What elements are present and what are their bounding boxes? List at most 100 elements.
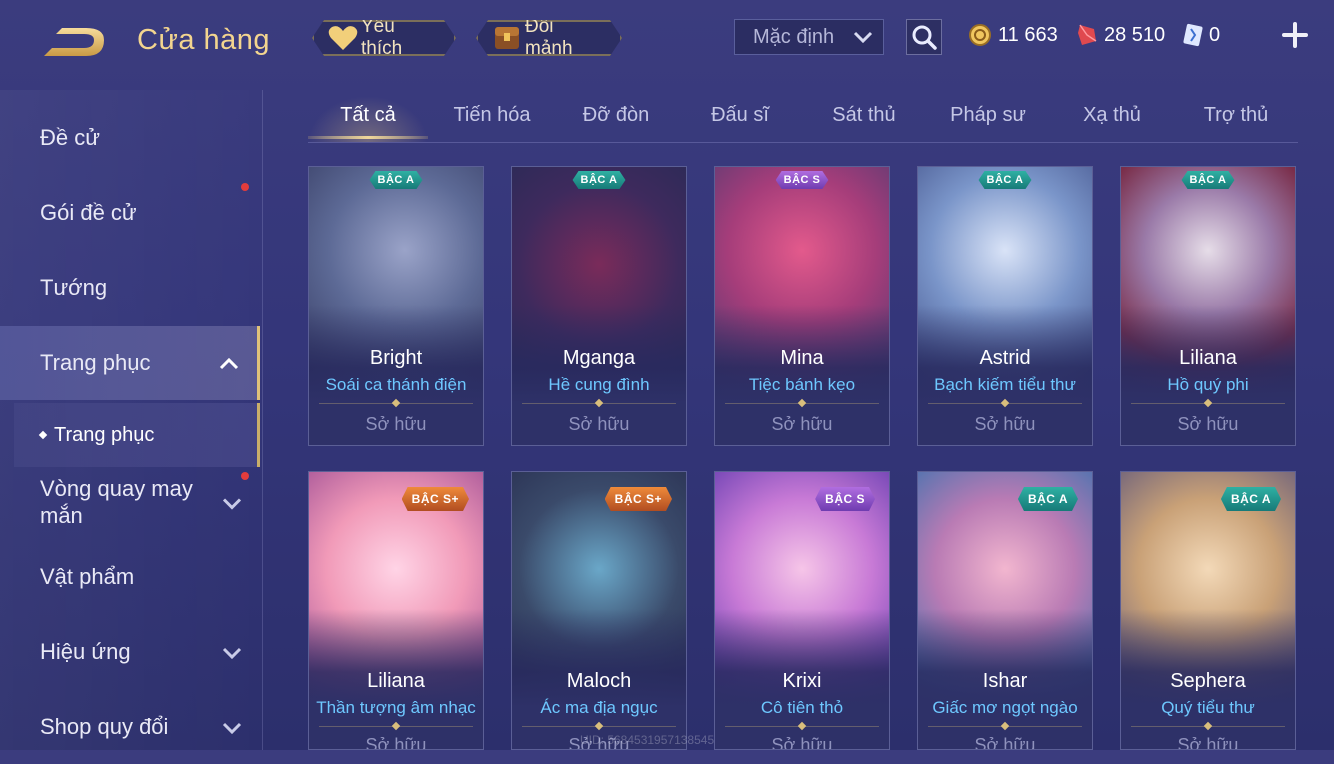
sidebar-item-lucky-wheel[interactable]: Vòng quay may mắn [0,470,260,534]
sidebar-item-recommended[interactable]: Đề cử [0,101,260,175]
tier-badge: BẬC S+ [402,487,469,511]
hero-name: Mina [780,347,824,369]
chevron-down-icon [853,26,873,49]
skin-name: Thần tượng âm nhạc [316,698,476,717]
tier-badge: BẬC A [573,171,626,189]
tab-assassin[interactable]: Sát thủ [804,104,924,140]
skin-name: Giấc mơ ngọt ngào [932,698,1078,717]
ownership-status: Sở hữu [974,735,1036,750]
sidebar-item-heroes[interactable]: Tướng [0,251,260,325]
sidebar-item-effects[interactable]: Hiệu ứng [0,615,260,689]
sidebar-item-skins[interactable]: Trang phục [0,326,260,400]
skin-name: Soái ca thánh điện [325,375,467,394]
gold-amount: 11 663 [998,23,1058,46]
skin-card[interactable]: BẬC A Liliana Hồ quý phi Sở hữu [1120,166,1296,446]
skin-card[interactable]: BẬC S+ Liliana Thần tượng âm nhạc Sở hữu [308,471,484,750]
sidebar-item-label: Shop quy đổi [40,714,169,739]
sidebar-item-label: Hiệu ứng [40,639,131,664]
sidebar-item-label: Vật phẩm [40,564,135,589]
favorites-label: Yêu thích [361,16,403,59]
top-up-button[interactable] [1280,20,1310,50]
skin-name: Cô tiên thỏ [760,698,844,717]
skin-card[interactable]: BẬC A Mganga Hề cung đình Sở hữu [511,166,687,446]
tab-tank[interactable]: Đỡ đòn [556,104,676,140]
favorites-button[interactable]: Yêu thích [312,20,456,56]
tab-marksman[interactable]: Xạ thủ [1052,104,1172,140]
ownership-status: Sở hữu [771,735,833,750]
hero-name: Bright [369,347,423,369]
sidebar-subitem-label: Trang phục [54,423,155,446]
hero-name: Maloch [566,670,632,692]
sort-dropdown[interactable]: Mặc định [734,19,884,55]
skin-card-amount: 0 [1209,23,1221,46]
treasure-chest-icon [492,23,522,53]
sidebar-item-exchange-shop[interactable]: Shop quy đổi [0,690,260,764]
exchange-fragments-button[interactable]: Đổi mảnh [476,20,622,56]
hero-name: Astrid [979,347,1031,369]
hero-name: Ishar [982,670,1028,692]
voucher-balance: 28 510 [1076,22,1165,48]
ownership-status: Sở hữu [1177,735,1239,750]
sidebar-subitem-skins[interactable]: Trang phục [14,403,260,467]
sidebar-item-label: Gói đề cử [40,200,137,225]
skin-card[interactable]: BẬC A Ishar Giấc mơ ngọt ngào Sở hữu [917,471,1093,750]
uid-watermark: UID: 5684531957138545 [580,733,715,747]
skin-card-balance: 0 [1183,22,1220,48]
hero-name: Sephera [1170,670,1246,692]
sort-dropdown-value: Mặc định [753,25,835,48]
tab-support[interactable]: Trợ thủ [1176,104,1296,140]
skin-card-icon [1183,23,1203,47]
chevron-down-icon [222,489,242,516]
skin-card[interactable]: BẬC A Astrid Bạch kiếm tiểu thư Sở hữu [917,166,1093,446]
tier-badge: BẬC S [815,487,875,511]
sidebar-item-recommended-packs[interactable]: Gói đề cử [0,176,260,250]
tab-all[interactable]: Tất cả [308,104,428,140]
tier-badge: BẬC A [1018,487,1078,511]
search-button[interactable] [906,19,942,55]
skin-card[interactable]: BẬC A Sephera Quý tiểu thư Sở hữu [1120,471,1296,750]
sidebar-item-label: Đề cử [40,125,100,150]
chevron-down-icon [222,714,242,740]
gold-coin-icon [968,23,992,47]
ownership-status: Sở hữu [1177,414,1239,434]
skin-name: Bạch kiếm tiểu thư [934,375,1076,394]
hero-name: Mganga [562,347,636,369]
tier-badge: BẬC S [776,171,829,189]
tab-fighter[interactable]: Đấu sĩ [680,104,800,140]
exchange-fragments-label: Đổi mảnh [525,16,573,59]
skin-card[interactable]: BẬC A Bright Soái ca thánh điện Sở hữu [308,166,484,446]
skin-name: Quý tiểu thư [1161,698,1255,717]
hero-name: Liliana [1179,347,1237,369]
ownership-status: Sở hữu [365,735,427,750]
chevron-up-icon [219,350,239,376]
skin-name: Ác ma địa ngục [540,698,658,717]
skin-card[interactable]: BẬC S+ Maloch Ác ma địa ngục Sở hữu [511,471,687,750]
heart-icon [328,25,358,51]
tier-badge: BẬC A [1221,487,1281,511]
sidebar-item-label: Trang phục [40,350,151,375]
gold-balance: 11 663 [968,22,1058,48]
ruby-voucher-icon [1076,23,1098,47]
back-arrow-icon [44,28,104,56]
tab-evolution[interactable]: Tiến hóa [432,104,552,140]
page-title: Cửa hàng [137,24,271,56]
skin-card[interactable]: BẬC S Krixi Cô tiên thỏ Sở hữu [714,471,890,750]
back-button[interactable] [38,22,110,64]
skin-name: Hề cung đình [548,375,650,394]
notification-dot [241,183,249,191]
plus-icon [1282,22,1308,48]
sidebar-item-items[interactable]: Vật phẩm [0,540,260,614]
tab-mage[interactable]: Pháp sư [928,104,1048,140]
skin-card[interactable]: BẬC S Mina Tiệc bánh kẹo Sở hữu [714,166,890,446]
skin-name: Hồ quý phi [1167,375,1249,394]
sidebar-item-label: Tướng [40,275,108,300]
hero-name: Liliana [367,670,425,692]
tier-badge: BẬC A [1182,171,1235,189]
skin-name: Tiệc bánh kẹo [748,375,856,394]
bullet-icon [38,430,48,440]
chevron-down-icon [222,639,242,665]
ownership-status: Sở hữu [974,414,1036,434]
tier-badge: BẬC S+ [605,487,672,511]
notification-dot [241,472,249,480]
tier-badge: BẬC A [979,171,1032,189]
